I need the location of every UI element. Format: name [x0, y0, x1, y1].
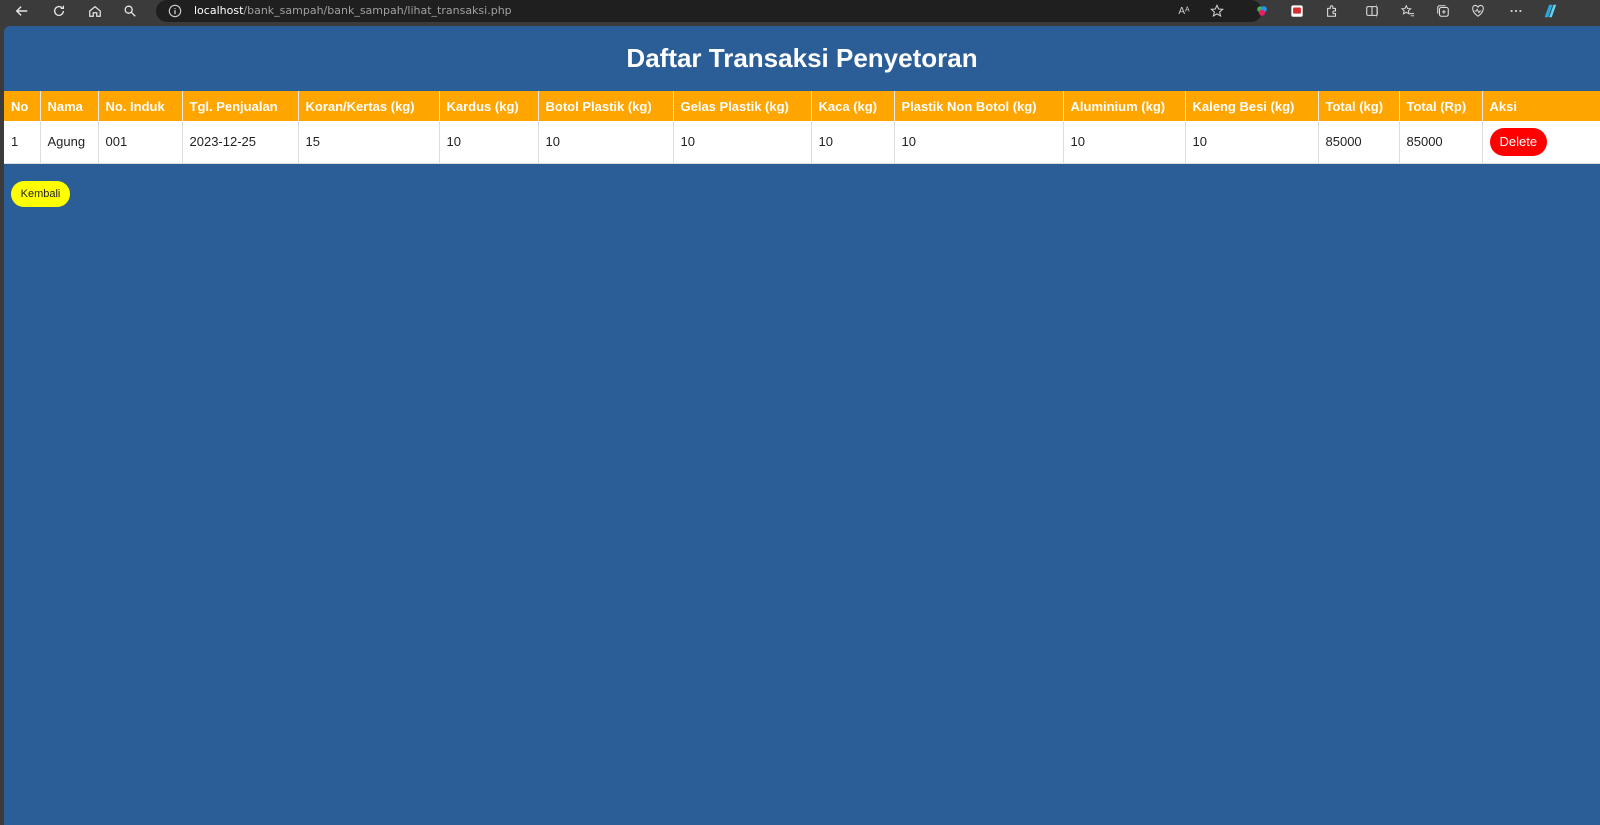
column-header-tgl-penjualan: Tgl. Penjualan: [182, 91, 299, 121]
collections-icon[interactable]: [1435, 3, 1451, 19]
column-header-plastik-non-botol: Plastik Non Botol (kg): [894, 91, 1064, 121]
url-text: localhost/bank_sampah/bank_sampah/lihat_…: [194, 4, 512, 18]
extensions-puzzle-icon[interactable]: [1324, 3, 1340, 19]
cell-tgl-penjualan: 2023-12-25: [182, 121, 299, 164]
column-header-gelas-plastik: Gelas Plastik (kg): [673, 91, 812, 121]
back-arrow-icon[interactable]: [10, 0, 34, 22]
extension-color-icon[interactable]: [1254, 3, 1270, 19]
column-header-kaleng-besi: Kaleng Besi (kg): [1185, 91, 1319, 121]
more-menu-icon[interactable]: [1508, 3, 1524, 19]
favorite-star-icon[interactable]: [1209, 3, 1225, 19]
page-viewport: Daftar Transaksi Penyetoran No Nama No. …: [4, 26, 1600, 825]
cell-botol-plastik: 10: [538, 121, 674, 164]
copilot-icon[interactable]: [1540, 2, 1560, 20]
split-screen-icon[interactable]: [1364, 3, 1380, 19]
cell-kaleng-besi: 10: [1185, 121, 1319, 164]
search-icon[interactable]: [118, 0, 142, 22]
transactions-table: No Nama No. Induk Tgl. Penjualan Koran/K…: [4, 91, 1600, 164]
column-header-total-kg: Total (kg): [1318, 91, 1400, 121]
page-title: Daftar Transaksi Penyetoran: [626, 43, 978, 73]
column-header-kaca: Kaca (kg): [811, 91, 895, 121]
column-header-kardus: Kardus (kg): [439, 91, 539, 121]
browser-essentials-icon[interactable]: [1470, 3, 1486, 19]
cell-total-kg: 85000: [1318, 121, 1400, 164]
extension-pocket-icon[interactable]: [1289, 3, 1305, 19]
cell-plastik-non-botol: 10: [894, 121, 1064, 164]
cell-no-induk: 001: [98, 121, 183, 164]
column-header-nama: Nama: [40, 91, 99, 121]
url-host: localhost: [194, 4, 244, 17]
column-header-aluminium: Aluminium (kg): [1063, 91, 1186, 121]
cell-kaca: 10: [811, 121, 895, 164]
column-header-no: No: [4, 91, 41, 121]
column-header-koran-kertas: Koran/Kertas (kg): [298, 91, 440, 121]
address-bar[interactable]: localhost/bank_sampah/bank_sampah/lihat_…: [156, 0, 1262, 22]
column-header-botol-plastik: Botol Plastik (kg): [538, 91, 674, 121]
column-header-aksi: Aksi: [1482, 91, 1600, 121]
browser-toolbar: localhost/bank_sampah/bank_sampah/lihat_…: [0, 0, 1600, 22]
back-button[interactable]: Kembali: [11, 181, 70, 207]
column-header-total-rp: Total (Rp): [1399, 91, 1483, 121]
column-header-no-induk: No. Induk: [98, 91, 183, 121]
cell-koran-kertas: 15: [298, 121, 440, 164]
cell-nama: Agung: [40, 121, 99, 164]
cell-kardus: 10: [439, 121, 539, 164]
favorites-list-icon[interactable]: [1400, 3, 1416, 19]
home-icon[interactable]: [83, 0, 107, 22]
refresh-icon[interactable]: [47, 0, 71, 22]
url-path: /bank_sampah/bank_sampah/lihat_transaksi…: [243, 4, 512, 17]
cell-gelas-plastik: 10: [673, 121, 812, 164]
delete-button[interactable]: Delete: [1489, 127, 1548, 156]
table-header-row: No Nama No. Induk Tgl. Penjualan Koran/K…: [4, 91, 1600, 121]
read-aloud-icon[interactable]: Aᴬ: [1176, 3, 1192, 19]
site-info-icon[interactable]: [168, 4, 182, 18]
cell-no: 1: [4, 121, 41, 164]
cell-total-rp: 85000: [1399, 121, 1483, 164]
table-row: 1 Agung 001 2023-12-25 15 10 10 10 10 10…: [4, 121, 1600, 164]
cell-aksi: Delete: [1482, 121, 1600, 164]
cell-aluminium: 10: [1063, 121, 1186, 164]
